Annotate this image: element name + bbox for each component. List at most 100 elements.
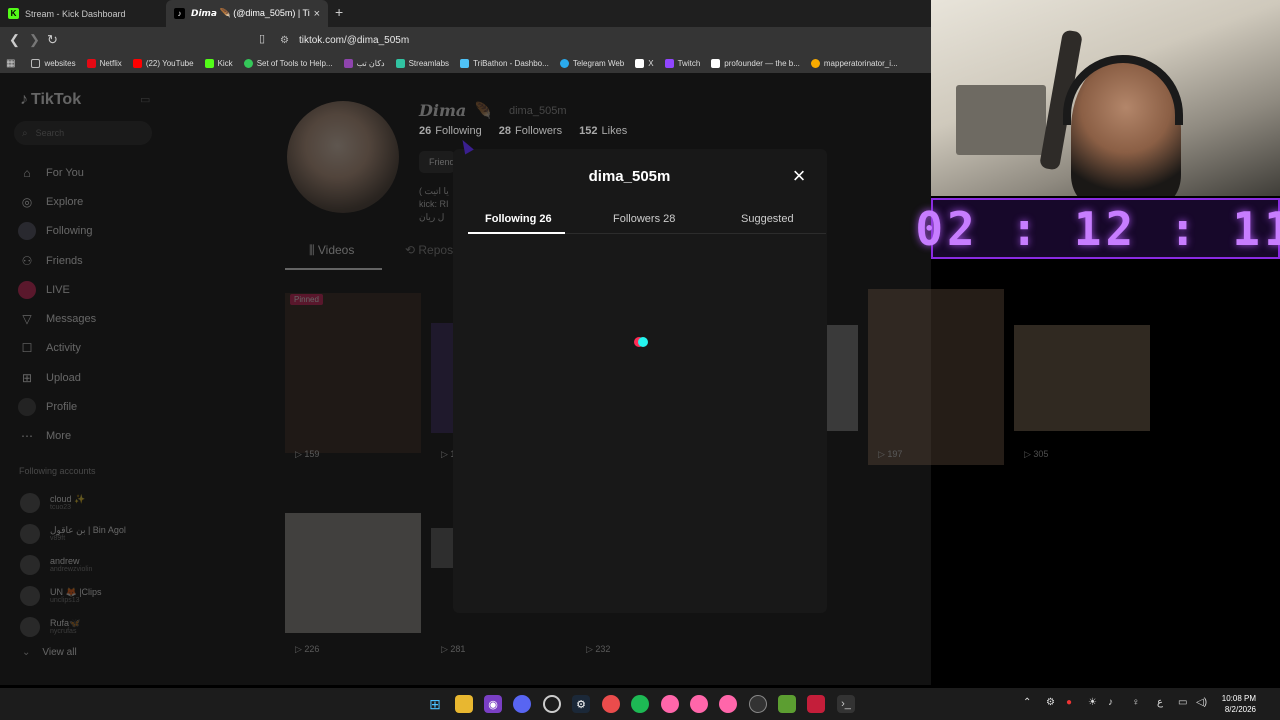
list-item[interactable]: UN 🦊 |Clips unclips13	[20, 580, 126, 611]
obs-icon[interactable]: ◉	[484, 695, 502, 713]
bookmark-websites[interactable]: websites	[31, 58, 76, 68]
forward-icon[interactable]: ❯	[29, 32, 40, 48]
steam-icon[interactable]: ⚙	[572, 695, 590, 713]
osu-icon[interactable]	[690, 695, 708, 713]
apps-grid-icon[interactable]: ▦	[6, 58, 15, 69]
youtube-icon	[132, 58, 142, 68]
video-thumbnail[interactable]	[868, 289, 1004, 465]
tab-close-icon[interactable]: ×	[314, 8, 320, 20]
browser-tab-tiktok[interactable]: ♪ 𝘿𝙞𝙢𝙖 🪶 (@dima_505m) | TikTok ×	[166, 0, 328, 27]
close-icon[interactable]: ×	[789, 165, 809, 187]
profile-avatar[interactable]	[287, 101, 399, 213]
view-all-link[interactable]: ⌄ View all	[22, 647, 77, 658]
sidebar-item-profile[interactable]: Profile	[18, 392, 96, 421]
tray-chevron-up-icon[interactable]: ⌃	[1023, 697, 1031, 708]
bookmark-profounder[interactable]: profounder — the b...	[711, 58, 800, 68]
view-count: ▷ 305	[1024, 449, 1049, 459]
new-tab-button[interactable]: +	[335, 4, 343, 20]
app-icon[interactable]	[749, 695, 767, 713]
bookmark-label: Kick	[217, 58, 233, 68]
follow-list-modal: dima_505m × Following 26 Followers 28 Su…	[453, 149, 827, 613]
video-thumbnail[interactable]	[431, 528, 453, 568]
list-item[interactable]: andrew andrewzviolin	[20, 549, 126, 580]
bookmark-streamlabs[interactable]: Streamlabs	[395, 58, 449, 68]
nav-label: Friends	[46, 254, 83, 267]
browser-tab-kick-dashboard[interactable]: K Stream - Kick Dashboard	[0, 0, 166, 27]
avatar	[20, 523, 40, 544]
chrome-icon[interactable]	[543, 695, 561, 713]
bookmark-netflix[interactable]: Netflix	[86, 58, 122, 68]
language-indicator[interactable]: ع	[1157, 697, 1163, 708]
start-icon[interactable]: ⊞	[426, 695, 444, 713]
speaker-icon[interactable]: ◁)	[1196, 697, 1207, 708]
osu-icon[interactable]	[661, 695, 679, 713]
video-thumbnail[interactable]	[826, 325, 858, 431]
bookmark-dukkan[interactable]: دكان تب	[343, 58, 385, 68]
following-accounts-heading: Following accounts	[19, 466, 96, 476]
bookmark-youtube[interactable]: (22) YouTube	[132, 58, 194, 68]
followers-stat[interactable]: 28 Followers	[499, 125, 562, 137]
bookmark-icon[interactable]: ▯	[259, 32, 265, 45]
following-stat[interactable]: 26 Following	[419, 125, 482, 137]
bookmark-x[interactable]: X	[635, 58, 654, 68]
stream-timer: 02 : 12 : 11	[915, 198, 1280, 259]
osu-icon[interactable]	[719, 695, 737, 713]
tab-followers[interactable]: Followers 28	[613, 213, 675, 225]
tray-app-icon[interactable]: ⚙	[1046, 697, 1055, 708]
bookmark-tools[interactable]: Set of Tools to Help...	[243, 58, 333, 68]
site-settings-icon[interactable]: ⚙	[280, 35, 289, 46]
sidebar-item-messages[interactable]: ▽ Messages	[18, 304, 96, 333]
bookmark-tribathon[interactable]: TriBathon - Dashbo...	[460, 58, 549, 68]
terminal-icon[interactable]: ›_	[837, 695, 855, 713]
friends-icon: ⚇	[21, 253, 33, 268]
friends-button[interactable]: Friends	[419, 151, 455, 173]
avatar	[20, 585, 40, 606]
app-icon[interactable]	[807, 695, 825, 713]
url-field[interactable]: ⚙ tiktok.com/@dima_505m	[280, 31, 920, 50]
tab-videos[interactable]: ⫼ Videos	[309, 243, 354, 258]
bookmark-twitch[interactable]: Twitch	[664, 58, 700, 68]
bookmark-kick[interactable]: Kick	[204, 58, 233, 68]
video-thumbnail[interactable]	[285, 293, 421, 453]
video-thumbnail[interactable]	[285, 513, 421, 633]
spotify-icon[interactable]	[631, 695, 649, 713]
system-clock[interactable]: 10:08 PM 8/2/2026	[1212, 693, 1256, 715]
list-item[interactable]: Rufa🦋 nycrufas	[20, 611, 126, 642]
sidebar-item-more[interactable]: ⋯ More	[18, 422, 96, 451]
avatar	[20, 492, 40, 513]
followers-count: 28	[498, 125, 512, 137]
volume-icon[interactable]: ♪	[1108, 697, 1113, 708]
bookmark-mapperatorinator[interactable]: mapperatorinator_i...	[810, 58, 898, 68]
list-item[interactable]: بن عاقول | Bin Agol v89ft	[20, 518, 126, 549]
tab-following[interactable]: Following 26	[485, 213, 552, 225]
sidebar-item-upload[interactable]: ⊞ Upload	[18, 363, 96, 392]
sidebar-item-friends[interactable]: ⚇ Friends	[18, 246, 96, 275]
sidebar-item-live[interactable]: LIVE	[18, 275, 96, 304]
view-count: ▷ 197	[878, 449, 903, 459]
tiktok-logo[interactable]: ♪ TikTok	[20, 91, 81, 109]
video-thumbnail[interactable]	[1014, 325, 1150, 431]
reload-icon[interactable]: ↻	[47, 32, 58, 48]
collapse-sidebar-icon[interactable]: ▭	[140, 93, 150, 106]
file-explorer-icon[interactable]	[455, 695, 473, 713]
compass-icon: ◎	[21, 194, 33, 209]
loading-spinner-icon	[634, 336, 648, 348]
bookmark-telegram[interactable]: Telegram Web	[559, 58, 624, 68]
tray-app-icon[interactable]: ●	[1066, 697, 1072, 708]
network-icon[interactable]: ▭	[1178, 697, 1187, 708]
sidebar-item-for-you[interactable]: ⌂ For You	[18, 158, 96, 187]
back-icon[interactable]: ❮	[9, 32, 20, 48]
sidebar-item-activity[interactable]: ☐ Activity	[18, 334, 96, 363]
list-item[interactable]: cloud ✨ tcuo23	[20, 487, 126, 518]
sidebar-item-following[interactable]: Following	[18, 217, 96, 246]
search-input[interactable]: ⌕ Search	[14, 121, 152, 145]
microphone-icon[interactable]: ♀	[1132, 697, 1140, 708]
minecraft-icon[interactable]	[778, 695, 796, 713]
tab-suggested[interactable]: Suggested	[741, 213, 794, 225]
nav-label: LIVE	[46, 283, 70, 296]
sidebar-item-explore[interactable]: ◎ Explore	[18, 187, 96, 216]
avatar	[20, 616, 40, 637]
discord-icon[interactable]	[513, 695, 531, 713]
app-icon[interactable]	[602, 695, 620, 713]
brightness-icon[interactable]: ☀	[1088, 697, 1097, 708]
